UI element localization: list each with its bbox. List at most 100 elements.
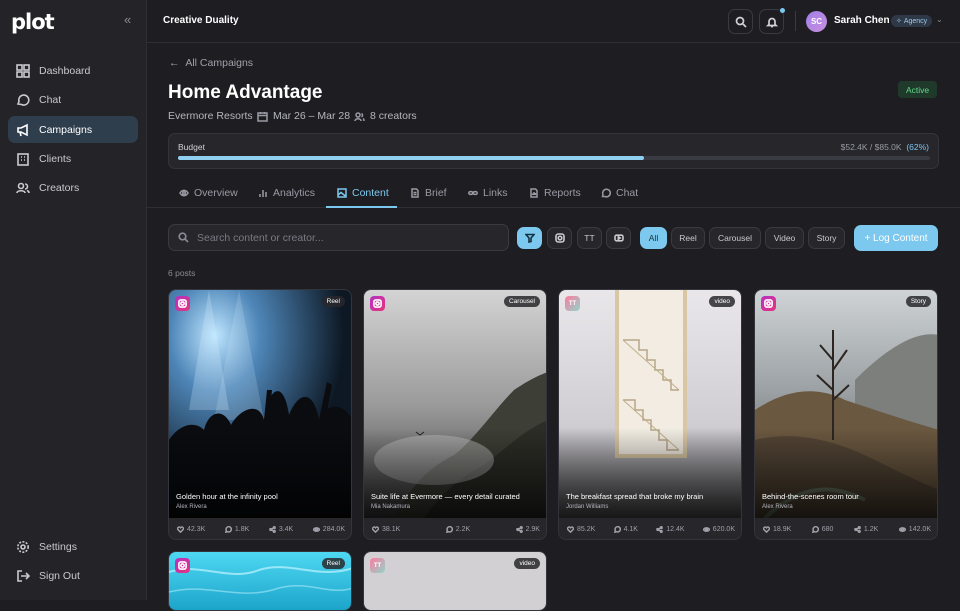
likes-count: 38.1K <box>382 525 401 533</box>
tab-label: Links <box>483 187 508 199</box>
chat-icon <box>601 188 611 198</box>
shares-count: 3.4K <box>278 525 294 533</box>
post-stats: 42.3K 1.8K 3.4K 284.0K <box>169 518 351 539</box>
budget-label: Budget <box>178 142 205 152</box>
content-card[interactable]: Reel Golden hour at the infinity pool Al… <box>168 289 352 540</box>
post-stats: 38.1K 2.2K 2.9K <box>364 518 546 539</box>
tab-reports[interactable]: Reports <box>529 187 581 199</box>
instagram-icon <box>178 299 187 308</box>
type-filter-all[interactable]: All <box>640 227 667 249</box>
post-caption: Golden hour at the infinity pool <box>176 492 278 501</box>
collapse-sidebar-icon[interactable]: « <box>124 12 131 27</box>
content-card[interactable]: Reel <box>168 551 352 611</box>
notifications-button[interactable] <box>759 8 785 34</box>
back-link-label: All Campaigns <box>185 57 254 69</box>
doc-icon <box>411 188 419 198</box>
content-card[interactable]: Story Behind-the-scenes room tour Alex R… <box>754 289 938 540</box>
comments-stat: 2.2K <box>445 525 470 533</box>
tab-content[interactable]: Content <box>337 187 389 199</box>
users-icon <box>16 182 30 193</box>
comment-icon <box>613 525 621 533</box>
views-count: 284.0K <box>322 525 345 533</box>
likes-stat: 38.1K <box>372 526 400 533</box>
users-icon <box>354 111 365 121</box>
comment-icon <box>224 525 232 533</box>
sidebar-item-chat[interactable]: Chat <box>8 86 138 113</box>
instagram-icon <box>373 299 382 308</box>
post-type-badge: Carousel <box>503 296 540 307</box>
tiktok-badge: TT <box>565 296 580 311</box>
client-name: Evermore Resorts <box>168 110 253 122</box>
tab-brief[interactable]: Brief <box>410 187 447 199</box>
heart-icon <box>372 525 379 533</box>
share-icon <box>854 525 861 533</box>
user-name[interactable]: Sarah Chen <box>834 15 890 26</box>
heart-icon <box>763 525 770 533</box>
divider <box>795 11 796 31</box>
post-creator: Mia Nakamura <box>371 504 411 510</box>
content-card[interactable]: TT video The breakfast spread that broke… <box>558 289 742 540</box>
active-tab-indicator <box>326 206 397 208</box>
bell-icon <box>765 17 778 27</box>
sidebar-item-sign-out[interactable]: Sign Out <box>8 562 138 589</box>
sidebar-item-campaigns[interactable]: Campaigns <box>8 116 138 143</box>
chevron-down-icon[interactable]: ⌄ <box>936 15 943 24</box>
back-link[interactable]: ← All Campaigns <box>169 57 253 69</box>
sidebar: plot « Dashboard Chat Campaigns Clients … <box>0 0 147 600</box>
filter-youtube-button[interactable] <box>606 227 631 249</box>
budget-amount: $52.4K / $85.0K <box>840 142 902 152</box>
comment-icon <box>445 525 453 533</box>
workspace-name: Creative Duality <box>163 15 239 26</box>
post-creator: Alex Rivera <box>176 504 207 510</box>
sidebar-item-settings[interactable]: Settings <box>8 533 138 560</box>
tab-overview[interactable]: Overview <box>179 187 238 199</box>
gear-icon <box>17 540 29 553</box>
youtube-icon <box>613 234 624 242</box>
sidebar-item-clients[interactable]: Clients <box>8 145 138 172</box>
post-stats: 85.2K 4.1K 12.4K 620.0K <box>559 518 741 539</box>
sidebar-item-dashboard[interactable]: Dashboard <box>8 57 138 84</box>
search-button[interactable] <box>728 9 753 34</box>
type-filter-reel[interactable]: Reel <box>671 227 705 249</box>
arrow-left-icon: ← <box>169 57 186 69</box>
post-type-badge: Reel <box>321 296 345 307</box>
signout-icon <box>17 569 30 582</box>
avatar[interactable]: SC <box>806 11 827 32</box>
shares-count: 12.4K <box>666 525 685 533</box>
search-field[interactable] <box>168 224 509 251</box>
shares-stat: 2.9K <box>515 525 540 533</box>
search-input[interactable] <box>197 231 497 244</box>
sidebar-item-creators[interactable]: Creators <box>8 174 138 201</box>
creators-count: 8 creators <box>354 110 417 122</box>
post-type-badge: Story <box>905 296 931 307</box>
role-badge-label: Agency <box>903 17 928 25</box>
comments-stat: 680 <box>811 525 833 533</box>
comments-stat: 1.8K <box>224 525 250 533</box>
filter-all-platforms-button[interactable] <box>517 227 542 249</box>
filter-tiktok-button[interactable]: TT <box>577 227 602 249</box>
tab-label: Reports <box>544 187 581 199</box>
filter-instagram-button[interactable] <box>547 227 572 249</box>
content-card[interactable]: TT video <box>363 551 547 611</box>
budget-progress-track <box>178 156 930 160</box>
content-card[interactable]: Carousel Suite life at Evermore — every … <box>363 289 547 540</box>
tab-analytics[interactable]: Analytics <box>258 187 315 199</box>
tab-links[interactable]: Links <box>468 187 508 199</box>
chat-icon <box>16 93 30 106</box>
posts-count: 6 posts <box>168 268 196 278</box>
type-filter-video[interactable]: Video <box>765 227 804 249</box>
instagram-icon <box>764 299 773 308</box>
app-logo[interactable]: plot <box>11 10 55 34</box>
comments-count: 1.8K <box>234 525 250 533</box>
tiktok-badge: TT <box>370 558 385 573</box>
type-filter-story[interactable]: Story <box>808 227 845 249</box>
sidebar-item-label: Chat <box>39 93 62 106</box>
bars-icon <box>259 190 267 197</box>
campaign-dates-label: Mar 26 – Mar 28 <box>273 110 351 122</box>
post-caption: Suite life at Evermore — every detail cu… <box>371 492 520 501</box>
log-content-button[interactable]: + Log Content <box>854 225 938 251</box>
eye-icon <box>702 526 710 532</box>
type-filter-carousel[interactable]: Carousel <box>709 227 761 249</box>
tab-chat[interactable]: Chat <box>601 187 638 199</box>
eye-icon <box>898 526 906 532</box>
